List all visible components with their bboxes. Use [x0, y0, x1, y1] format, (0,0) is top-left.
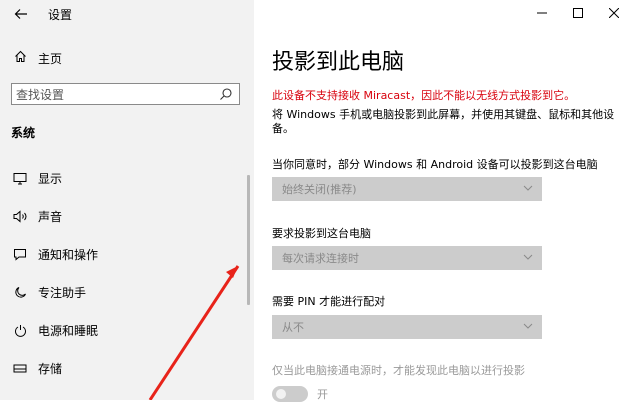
app-title: 设置: [48, 8, 73, 22]
sidebar-item-label: 通知和操作: [38, 248, 99, 262]
dropdown-value: 从不: [282, 321, 304, 334]
toggle-knob: [276, 389, 286, 399]
dropdown-value: 始终关闭(推荐): [282, 183, 357, 196]
back-arrow-icon: [14, 9, 27, 19]
page-title: 投影到此电脑: [272, 50, 405, 75]
power-icon: [12, 323, 28, 339]
sidebar-item-home[interactable]: 主页: [12, 50, 62, 67]
display-icon: [12, 171, 28, 187]
allow-projection-dropdown[interactable]: 始终关闭(推荐): [272, 177, 542, 201]
sidebar-item-display[interactable]: 显示: [12, 170, 62, 187]
ask-to-project-dropdown[interactable]: 每次请求连接时: [272, 246, 542, 270]
sidebar-item-label: 主页: [38, 52, 63, 66]
chevron-down-icon: [523, 323, 533, 329]
chevron-down-icon: [523, 185, 533, 191]
setting-label-allow-projection: 当你同意时，部分 Windows 和 Android 设备可以投影到这台电脑: [272, 158, 598, 171]
home-icon: [12, 50, 28, 67]
sidebar-item-power[interactable]: 电源和睡眠: [12, 322, 98, 339]
close-icon: [609, 8, 619, 18]
notification-icon: [12, 247, 28, 263]
search-box[interactable]: [11, 83, 240, 105]
sidebar-scrollbar[interactable]: [247, 175, 250, 305]
sidebar-item-label: 声音: [38, 210, 63, 224]
setting-label-require-pin: 需要 PIN 才能进行配对: [272, 295, 386, 308]
sidebar-item-label: 存储: [38, 362, 63, 376]
speaker-icon: [12, 209, 28, 225]
maximize-button[interactable]: [560, 0, 596, 26]
sidebar-item-sound[interactable]: 声音: [12, 208, 62, 225]
minimize-button[interactable]: [524, 0, 560, 26]
require-pin-dropdown[interactable]: 从不: [272, 315, 542, 339]
chevron-down-icon: [523, 254, 533, 260]
sidebar-item-label: 显示: [38, 172, 63, 186]
minimize-icon: [537, 12, 547, 14]
sidebar-item-notifications[interactable]: 通知和操作: [12, 246, 98, 263]
setting-label-ask-to-project: 要求投影到这台电脑: [272, 227, 371, 240]
section-title: 系统: [11, 126, 36, 140]
sidebar: 设置 主页 系统 显示 声音 通知和操作 专注助手: [0, 0, 254, 400]
storage-icon: [12, 361, 28, 377]
sidebar-item-storage[interactable]: 存储: [12, 360, 62, 377]
sidebar-item-label: 电源和睡眠: [38, 324, 99, 338]
maximize-icon: [573, 8, 583, 18]
close-button[interactable]: [596, 0, 632, 26]
warning-message: 此设备不支持接收 Miracast，因此不能以无线方式投影到它。: [272, 89, 576, 102]
sidebar-item-focus-assist[interactable]: 专注助手: [12, 284, 86, 301]
search-input[interactable]: [12, 85, 216, 105]
main-content: 投影到此电脑 此设备不支持接收 Miracast，因此不能以无线方式投影到它。 …: [254, 0, 633, 402]
sidebar-item-label: 专注助手: [38, 286, 87, 300]
moon-icon: [12, 285, 28, 301]
back-button[interactable]: [12, 5, 30, 23]
page-description: 将 Windows 手机或电脑投影到此屏幕，并使用其键盘、鼠标和其他设备。: [272, 108, 615, 135]
search-icon[interactable]: [219, 87, 233, 101]
dropdown-value: 每次请求连接时: [282, 252, 359, 265]
setting-label-power-only: 仅当此电脑接通电源时，才能发现此电脑以进行投影: [272, 364, 525, 377]
